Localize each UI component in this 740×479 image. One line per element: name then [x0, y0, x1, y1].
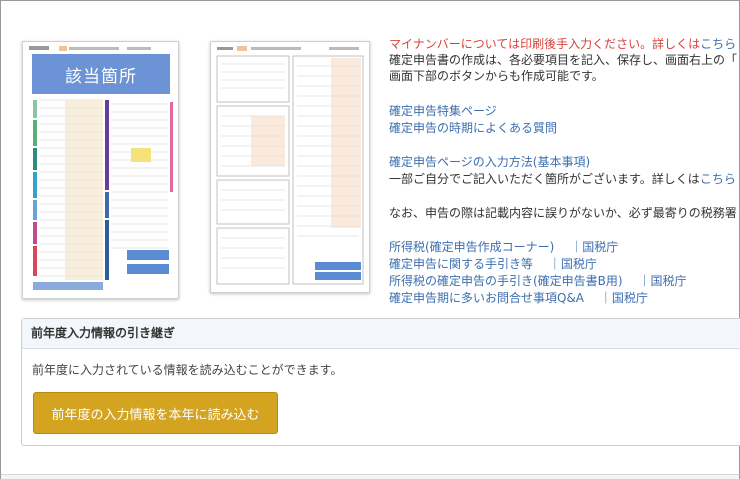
nta-source-link[interactable]: 国税庁: [612, 291, 648, 305]
nta-source-link[interactable]: 国税庁: [561, 257, 597, 271]
tax-form-first-page-image[interactable]: 該当箇所: [22, 41, 179, 299]
input-method-link[interactable]: 確定申告ページの入力方法(基本事項): [389, 155, 590, 169]
input-note-details-link[interactable]: こちら: [700, 172, 736, 186]
tax-form-second-page-drawing: [211, 42, 369, 292]
separator: ｜: [599, 291, 612, 305]
tax-return-special-page-link[interactable]: 確定申告特集ページ: [389, 104, 497, 118]
panel-description: 前年度に入力されている情報を読み込むことができます。: [32, 363, 343, 377]
bottom-edge: [1, 474, 739, 479]
resource-row: 所得税の確定申告の手引き(確定申告書B用) ｜国税庁: [389, 273, 686, 289]
tax-form-second-page-image[interactable]: [210, 41, 370, 293]
relevant-section-label: 該当箇所: [32, 54, 170, 94]
panel-title: 前年度入力情報の引き継ぎ: [22, 319, 740, 349]
nta-source-link[interactable]: 国税庁: [582, 240, 618, 254]
resource-row: 確定申告期に多いお問合せ事項Q&A ｜国税庁: [389, 290, 648, 306]
separator: ｜: [570, 240, 583, 254]
input-note-line: 一部ご自分でご記入いただく箇所がございます。詳しくはこちら: [389, 171, 736, 187]
seasonal-faq-link[interactable]: 確定申告の時期によくある質問: [389, 121, 557, 135]
input-note-text: 一部ご自分でご記入いただく箇所がございます。詳しくは: [389, 172, 700, 186]
income-tax-corner-link[interactable]: 所得税(確定申告作成コーナー): [389, 240, 554, 254]
caution-text: なお、申告の際は記載内容に誤りがないか、必ず最寄りの税務署: [389, 206, 737, 220]
instructions-line-2: 画面下部のボタンからも作成可能です。: [389, 69, 604, 83]
resource-row: 確定申告に関する手引き等 ｜国税庁: [389, 256, 597, 272]
instructions-line-1: 確定申告書の作成は、各必要項目を記入、保存し、画面右上の「: [389, 53, 738, 67]
common-questions-qa-link[interactable]: 確定申告期に多いお問合せ事項Q&A: [389, 291, 584, 305]
separator: ｜: [638, 274, 651, 288]
nta-source-link[interactable]: 国税庁: [650, 274, 686, 288]
separator: ｜: [548, 257, 561, 271]
form-b-guide-link[interactable]: 所得税の確定申告の手引き(確定申告書B用): [389, 274, 623, 288]
resource-row: 所得税(確定申告作成コーナー) ｜国税庁: [389, 239, 618, 255]
mynumber-notice-text: マイナンバーについては印刷後手入力ください。詳しくは: [389, 37, 701, 51]
load-previous-year-button[interactable]: 前年度の入力情報を本年に読み込む: [33, 392, 278, 434]
tax-return-guides-link[interactable]: 確定申告に関する手引き等: [389, 257, 533, 271]
mynumber-details-link[interactable]: こちら: [700, 37, 736, 51]
notice-line: マイナンバーについては印刷後手入力ください。詳しくはこちら: [389, 36, 736, 52]
previous-year-carryover-panel: 前年度入力情報の引き継ぎ 前年度に入力されている情報を読み込むことができます。 …: [21, 318, 740, 446]
